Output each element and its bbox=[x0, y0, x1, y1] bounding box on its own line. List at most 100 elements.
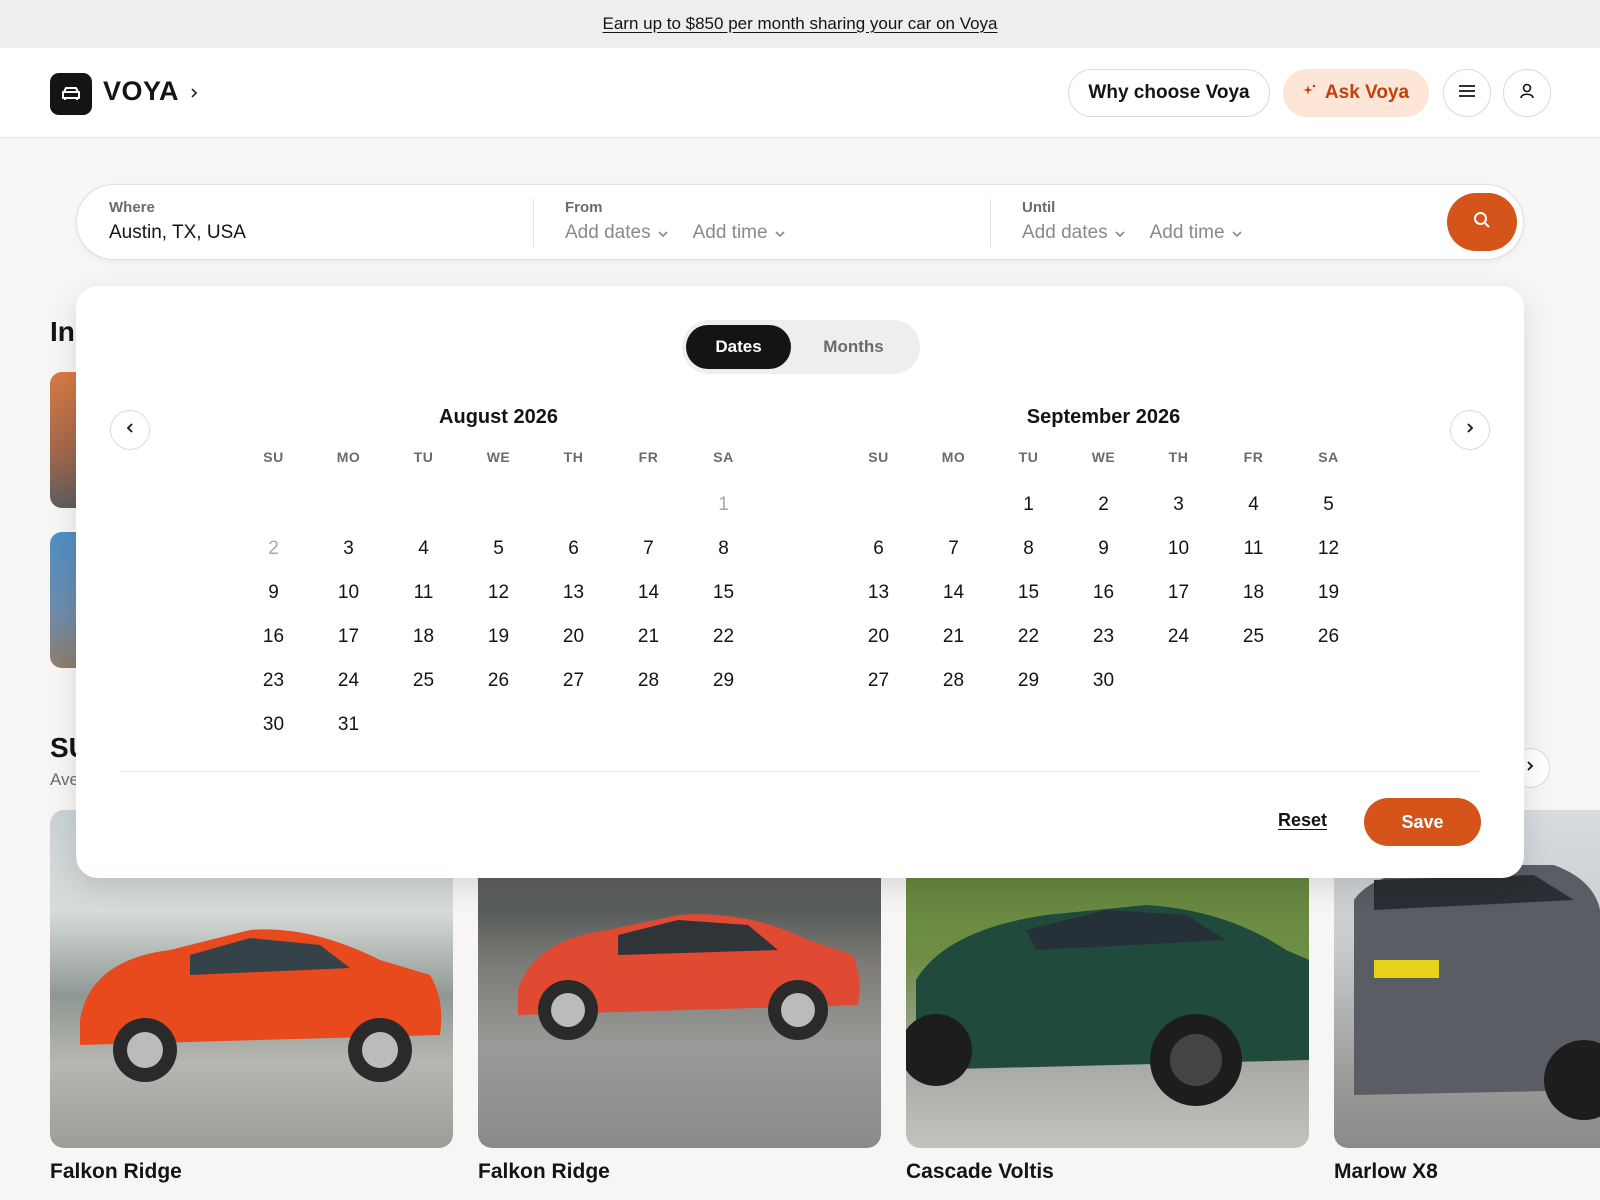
calendar-day[interactable]: 30 bbox=[1066, 659, 1141, 703]
car-name[interactable]: Cascade Voltis bbox=[906, 1160, 1054, 1184]
calendar-day[interactable]: 10 bbox=[311, 571, 386, 615]
calendar-day[interactable]: 7 bbox=[611, 527, 686, 571]
calendar-day[interactable]: 16 bbox=[1066, 571, 1141, 615]
prev-month-button[interactable] bbox=[110, 410, 150, 450]
car-name[interactable]: Marlow X8 bbox=[1334, 1160, 1438, 1184]
brand-name[interactable]: VOYA bbox=[103, 76, 179, 107]
from-time-dropdown[interactable]: Add time bbox=[693, 222, 786, 244]
reset-button[interactable]: Reset bbox=[1278, 810, 1327, 831]
where-field[interactable]: Where Austin, TX, USA bbox=[109, 199, 509, 244]
calendar-day[interactable]: 10 bbox=[1141, 527, 1216, 571]
next-month-button[interactable] bbox=[1450, 410, 1490, 450]
calendar-day[interactable]: 12 bbox=[1291, 527, 1366, 571]
calendar-day[interactable]: 16 bbox=[236, 615, 311, 659]
calendar-day[interactable]: 25 bbox=[1216, 615, 1291, 659]
search-icon bbox=[1472, 210, 1492, 235]
where-value[interactable]: Austin, TX, USA bbox=[109, 222, 246, 244]
weekday-label: SA bbox=[1318, 449, 1339, 465]
tab-months[interactable]: Months bbox=[791, 325, 916, 369]
section-subtitle: Ave bbox=[50, 770, 79, 789]
chevron-right-icon[interactable] bbox=[184, 83, 204, 103]
calendar-day[interactable]: 22 bbox=[686, 615, 761, 659]
until-time-dropdown[interactable]: Add time bbox=[1150, 222, 1243, 244]
tab-dates[interactable]: Dates bbox=[686, 325, 791, 369]
calendar-day[interactable]: 20 bbox=[841, 615, 916, 659]
calendar-day[interactable]: 21 bbox=[611, 615, 686, 659]
calendar-day[interactable]: 25 bbox=[386, 659, 461, 703]
calendar-day[interactable]: 24 bbox=[1141, 615, 1216, 659]
weekday-label: WE bbox=[1091, 449, 1116, 465]
calendar-day[interactable]: 11 bbox=[1216, 527, 1291, 571]
save-button[interactable]: Save bbox=[1364, 798, 1481, 846]
calendar-day[interactable]: 26 bbox=[461, 659, 536, 703]
calendar-day[interactable]: 29 bbox=[991, 659, 1066, 703]
calendar-day[interactable]: 6 bbox=[536, 527, 611, 571]
weekday-label: TU bbox=[1018, 449, 1039, 465]
promo-link[interactable]: Earn up to $850 per month sharing your c… bbox=[602, 14, 997, 34]
calendar-day[interactable]: 6 bbox=[841, 527, 916, 571]
calendar-day[interactable]: 12 bbox=[461, 571, 536, 615]
search-button[interactable] bbox=[1447, 193, 1517, 251]
calendar-day[interactable]: 15 bbox=[991, 571, 1066, 615]
calendar-day[interactable]: 17 bbox=[311, 615, 386, 659]
why-choose-button[interactable]: Why choose Voya bbox=[1068, 69, 1270, 117]
calendar-day[interactable]: 8 bbox=[686, 527, 761, 571]
calendar-day[interactable]: 4 bbox=[386, 527, 461, 571]
calendar-day[interactable]: 30 bbox=[236, 703, 311, 747]
car-name[interactable]: Falkon Ridge bbox=[478, 1160, 610, 1184]
chevron-right-icon bbox=[1523, 759, 1537, 778]
calendar-day[interactable]: 14 bbox=[916, 571, 991, 615]
calendar-day[interactable]: 14 bbox=[611, 571, 686, 615]
calendar-day[interactable]: 8 bbox=[991, 527, 1066, 571]
calendar-day[interactable]: 2 bbox=[1066, 483, 1141, 527]
divider bbox=[990, 199, 991, 247]
profile-button[interactable] bbox=[1503, 69, 1551, 117]
from-label: From bbox=[565, 199, 603, 216]
calendar-day[interactable]: 4 bbox=[1216, 483, 1291, 527]
calendar-day[interactable]: 7 bbox=[916, 527, 991, 571]
calendar-day[interactable]: 1 bbox=[991, 483, 1066, 527]
ask-voya-label: Ask Voya bbox=[1324, 82, 1410, 103]
calendar-day[interactable]: 18 bbox=[386, 615, 461, 659]
calendar-day[interactable]: 28 bbox=[611, 659, 686, 703]
calendar-day[interactable]: 5 bbox=[461, 527, 536, 571]
calendar-day[interactable]: 21 bbox=[916, 615, 991, 659]
calendar-day[interactable]: 18 bbox=[1216, 571, 1291, 615]
month-calendar: August 2026 SU MO TU WE TH FR SA 1 2 3 4 5 6 7 8 9 10 11 1… bbox=[236, 406, 761, 747]
calendar-day[interactable]: 11 bbox=[386, 571, 461, 615]
car-icon[interactable] bbox=[50, 73, 92, 115]
calendar-day[interactable]: 19 bbox=[461, 615, 536, 659]
calendar-day[interactable]: 23 bbox=[236, 659, 311, 703]
calendar-day[interactable]: 22 bbox=[991, 615, 1066, 659]
weekday-label: TH bbox=[563, 449, 584, 465]
calendar-day[interactable]: 15 bbox=[686, 571, 761, 615]
calendar-day[interactable]: 9 bbox=[1066, 527, 1141, 571]
calendar-day[interactable]: 28 bbox=[916, 659, 991, 703]
calendar-day[interactable]: 26 bbox=[1291, 615, 1366, 659]
calendar-day[interactable]: 24 bbox=[311, 659, 386, 703]
calendar-empty-cell bbox=[461, 483, 536, 527]
calendar-day[interactable]: 13 bbox=[536, 571, 611, 615]
calendar-day[interactable]: 31 bbox=[311, 703, 386, 747]
weekday-label: SU bbox=[868, 449, 889, 465]
calendar-day[interactable]: 17 bbox=[1141, 571, 1216, 615]
calendar-day[interactable]: 3 bbox=[1141, 483, 1216, 527]
calendar-day[interactable]: 19 bbox=[1291, 571, 1366, 615]
ask-voya-button[interactable]: Ask Voya bbox=[1283, 69, 1429, 117]
menu-button[interactable] bbox=[1443, 69, 1491, 117]
calendar-day[interactable]: 29 bbox=[686, 659, 761, 703]
calendar-grid: SU MO TU WE TH FR SA 1 2 3 4 5 6 7 8 9 10 11 12 13 14 15 16 17 1… bbox=[236, 445, 761, 747]
calendar-day[interactable]: 23 bbox=[1066, 615, 1141, 659]
calendar-day[interactable]: 9 bbox=[236, 571, 311, 615]
calendar-day[interactable]: 3 bbox=[311, 527, 386, 571]
from-dates-dropdown[interactable]: Add dates bbox=[565, 222, 669, 244]
calendar-day[interactable]: 13 bbox=[841, 571, 916, 615]
calendar-day[interactable]: 5 bbox=[1291, 483, 1366, 527]
calendar-day[interactable]: 20 bbox=[536, 615, 611, 659]
car-name[interactable]: Falkon Ridge bbox=[50, 1160, 182, 1184]
weekday-label: SU bbox=[263, 449, 284, 465]
calendar-day[interactable]: 27 bbox=[841, 659, 916, 703]
weekday-label: SA bbox=[713, 449, 734, 465]
calendar-day[interactable]: 27 bbox=[536, 659, 611, 703]
until-dates-dropdown[interactable]: Add dates bbox=[1022, 222, 1126, 244]
